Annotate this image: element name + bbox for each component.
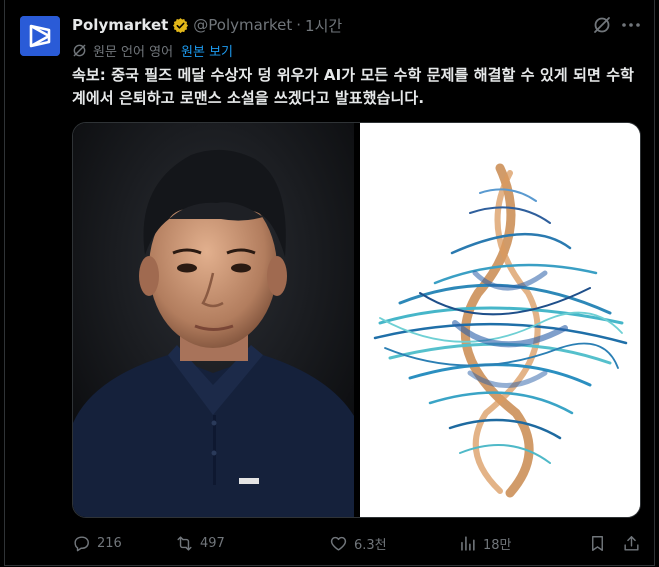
action-bar: 216 497 6.3천 18만: [72, 530, 644, 556]
avatar[interactable]: [20, 16, 60, 56]
repost-icon: [177, 535, 192, 551]
bookmark-icon: [592, 535, 603, 551]
display-name[interactable]: Polymarket: [72, 16, 168, 34]
media-photo-portrait[interactable]: [73, 123, 354, 517]
more-options-icon[interactable]: [620, 15, 642, 35]
reply-button[interactable]: 216: [72, 530, 122, 556]
abstract-helix-illustration-icon: [360, 123, 640, 517]
repost-count: 497: [200, 535, 225, 551]
views-button[interactable]: 18만: [458, 530, 512, 556]
media-photo-illustration[interactable]: [360, 123, 640, 517]
show-original-link[interactable]: 원본 보기: [181, 41, 233, 60]
timestamp[interactable]: 1시간: [305, 15, 342, 36]
translate-icon: [73, 44, 86, 56]
views-chart-icon: [461, 535, 475, 551]
heart-icon: [330, 536, 347, 551]
media-grid: [72, 122, 641, 518]
tweet-text: 속보: 중국 필즈 메달 수상자 덩 위우가 AI가 모든 수학 문제를 해결할…: [72, 66, 635, 107]
share-button[interactable]: [622, 530, 641, 556]
verified-badge-icon: [173, 17, 189, 33]
share-icon: [624, 535, 639, 551]
reply-count: 216: [97, 535, 122, 551]
translation-row: 원문 언어 영어 원본 보기: [72, 40, 233, 60]
separator-dot: ·: [296, 16, 302, 34]
grok-icon[interactable]: [592, 15, 612, 35]
polymarket-logo-icon: [20, 16, 60, 56]
portrait-photo-icon: [73, 123, 354, 517]
bookmark-button[interactable]: [588, 530, 607, 556]
views-count: 18만: [483, 537, 512, 553]
reply-icon: [74, 535, 89, 551]
repost-button[interactable]: 497: [175, 530, 225, 556]
handle[interactable]: @Polymarket: [193, 16, 292, 34]
tweet-header: Polymarket @Polymarket · 1시간: [72, 14, 342, 36]
like-count: 6.3천: [354, 537, 387, 553]
translation-label: 원문 언어 영어: [93, 44, 174, 60]
like-button[interactable]: 6.3천: [329, 530, 387, 556]
